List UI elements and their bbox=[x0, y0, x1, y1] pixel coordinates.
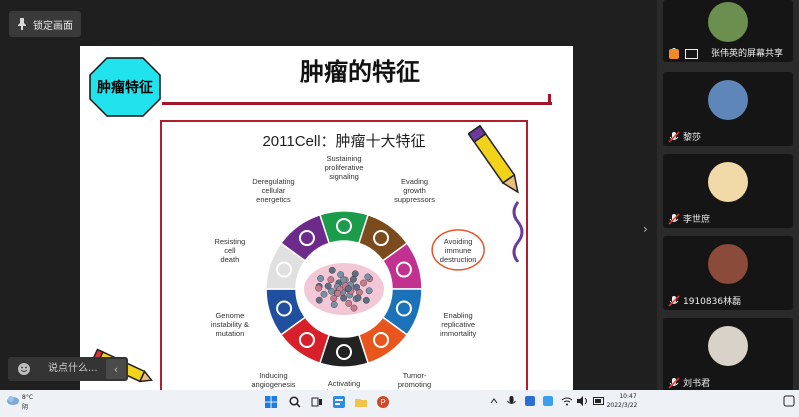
taskbar bbox=[0, 390, 799, 417]
weather-text: 阴 bbox=[22, 404, 29, 411]
tumor-cell bbox=[354, 294, 362, 302]
hallmark-label: Inducing angiogenesis bbox=[251, 371, 295, 389]
chat-placeholder[interactable]: 说点什么... bbox=[48, 362, 98, 376]
sky-avatar bbox=[708, 80, 748, 120]
participant-tile[interactable]: 黎莎 bbox=[663, 72, 793, 146]
tumor-cell bbox=[345, 299, 353, 307]
tumor-cell bbox=[364, 273, 372, 281]
tumor-cell bbox=[353, 283, 360, 291]
security-tray-icon[interactable] bbox=[543, 396, 553, 406]
participant-tile[interactable]: 刘书君 bbox=[663, 318, 793, 392]
app-tray-icon[interactable] bbox=[525, 396, 535, 406]
user-icon bbox=[669, 49, 679, 59]
mic-muted-icon bbox=[668, 295, 680, 307]
svg-text:P: P bbox=[380, 398, 385, 407]
title-underline-tick bbox=[548, 94, 551, 105]
microphone-tray-icon[interactable] bbox=[507, 396, 516, 407]
tray-date[interactable]: 2022/3/22 bbox=[601, 402, 643, 409]
weather-cloud-icon[interactable] bbox=[6, 394, 20, 406]
shared-slide: 肿瘤特征 肿瘤的特征 2011Cell：肿瘤十大特征 Sustaining pro… bbox=[80, 46, 573, 390]
widgets-icon[interactable] bbox=[333, 396, 345, 408]
hallmark-label: Resisting cell death bbox=[214, 237, 245, 264]
slide-title: 肿瘤的特征 bbox=[300, 57, 420, 86]
hallmark-label: Genome instability & mutation bbox=[211, 311, 249, 338]
tumor-cell bbox=[328, 266, 336, 274]
cat-avatar bbox=[708, 326, 748, 366]
tumor-cell bbox=[317, 275, 325, 282]
tumor-cell bbox=[327, 276, 335, 284]
pen-decoration-icon bbox=[468, 124, 524, 262]
tumor-cell bbox=[365, 287, 373, 295]
emoji-icon[interactable] bbox=[17, 362, 31, 376]
anime-girl-avatar bbox=[708, 162, 748, 202]
tumor-cell bbox=[334, 290, 342, 297]
tumor-cell bbox=[362, 296, 370, 304]
volume-icon[interactable] bbox=[577, 396, 589, 406]
pin-icon bbox=[18, 18, 26, 30]
hallmark-label: Sustaining proliferative signaling bbox=[325, 154, 364, 181]
participant-name: 张伟英的屏幕共享 bbox=[711, 49, 784, 59]
tumor-cell bbox=[360, 279, 367, 287]
search-icon[interactable] bbox=[289, 396, 301, 408]
house-avatar bbox=[708, 2, 748, 42]
mic-muted-icon bbox=[668, 213, 680, 225]
anime-girl-brown-avatar bbox=[708, 244, 748, 284]
participant-name: 刘书君 bbox=[683, 379, 711, 389]
windows-start-icon[interactable] bbox=[265, 396, 277, 408]
screen-share-icon bbox=[685, 49, 698, 59]
powerpoint-icon[interactable]: P bbox=[377, 396, 389, 408]
panel-toggle-icon[interactable]: › bbox=[643, 222, 655, 240]
mic-muted-icon bbox=[668, 377, 680, 389]
figure-title: 2011Cell：肿瘤十大特征 bbox=[262, 133, 425, 150]
file-explorer-icon[interactable] bbox=[355, 396, 367, 408]
tumor-cell bbox=[315, 296, 323, 304]
notification-icon[interactable] bbox=[783, 395, 795, 407]
task-view-icon[interactable] bbox=[311, 396, 323, 408]
tray-chevron-up-icon[interactable] bbox=[490, 397, 498, 405]
slide-badge-label: 肿瘤特征 bbox=[97, 80, 153, 96]
lock-screen-button[interactable]: 锁定画面 bbox=[9, 11, 81, 37]
mic-muted-icon bbox=[668, 131, 680, 143]
hallmark-label: Evading growth suppressors bbox=[394, 177, 435, 204]
title-underline bbox=[162, 102, 552, 105]
tumor-cell bbox=[320, 290, 328, 298]
tray-time[interactable]: 10:47 bbox=[612, 393, 644, 400]
participant-name: 李世庶 bbox=[683, 215, 711, 225]
tumor-cell bbox=[344, 285, 352, 293]
participant-name: 黎莎 bbox=[683, 133, 702, 143]
chat-collapse-button[interactable]: ‹ bbox=[106, 359, 126, 379]
participant-tile[interactable]: 1910836林磊 bbox=[663, 236, 793, 310]
tumor-cell bbox=[350, 304, 358, 312]
weather-temp: 8°C bbox=[22, 394, 34, 401]
tumor-cell bbox=[330, 301, 338, 309]
hallmark-label: Activatinginvasion & bbox=[327, 379, 362, 390]
participant-name: 1910836林磊 bbox=[683, 297, 742, 307]
hallmark-wheel bbox=[265, 210, 423, 368]
chevron-left-icon: ‹ bbox=[113, 362, 119, 376]
hallmark-label: Tumor-promotinginflammation bbox=[393, 371, 436, 390]
wifi-icon[interactable] bbox=[561, 396, 573, 406]
hallmark-label: Deregulating cellular energetics bbox=[252, 177, 295, 204]
tumor-cell bbox=[328, 287, 335, 295]
tumor-cell bbox=[340, 294, 347, 302]
hallmark-label: Enabling replicative immortality bbox=[440, 311, 477, 338]
participant-tile[interactable]: 张伟英的屏幕共享 bbox=[663, 0, 793, 62]
tumor-cell bbox=[340, 276, 347, 284]
lock-screen-label: 锁定画面 bbox=[33, 20, 73, 32]
tumor-cell bbox=[315, 284, 323, 292]
tumor-cell bbox=[350, 275, 357, 283]
participant-tile[interactable]: 李世庶 bbox=[663, 154, 793, 228]
